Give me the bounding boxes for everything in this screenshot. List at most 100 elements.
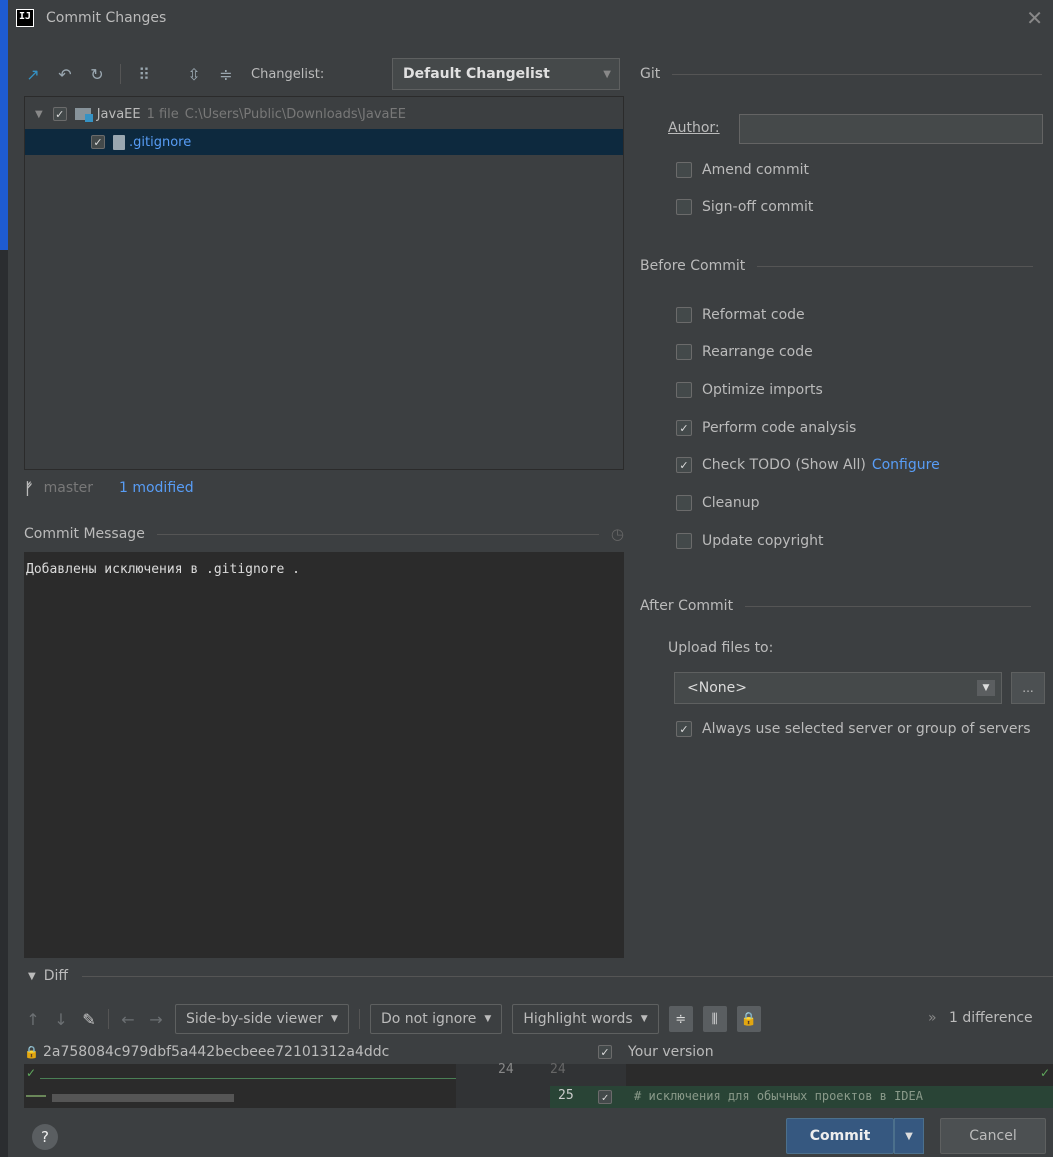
difference-count-text: 1 difference — [949, 1010, 1033, 1026]
refresh-icon[interactable]: ↻ — [88, 65, 106, 84]
upload-files-label: Upload files to: — [668, 640, 774, 656]
amend-checkbox[interactable] — [676, 162, 692, 178]
commit-message-label: Commit Message — [24, 526, 145, 542]
update-copyright-option[interactable]: Update copyright — [676, 528, 823, 554]
divider — [757, 265, 1034, 267]
optimize-checkbox[interactable] — [676, 382, 692, 398]
help-button[interactable]: ? — [32, 1124, 58, 1150]
toolbar-separator — [120, 64, 121, 84]
reformat-checkbox[interactable] — [676, 307, 692, 323]
collapse-all-icon[interactable]: ≑ — [217, 65, 235, 84]
copyright-checkbox[interactable] — [676, 533, 692, 549]
browse-servers-button[interactable]: ... — [1011, 672, 1045, 704]
upload-server-select[interactable]: <None> ▼ — [674, 672, 1002, 704]
chevron-down-icon: ▼ — [484, 1014, 492, 1024]
your-version-checkbox[interactable]: ✓ — [598, 1045, 612, 1059]
gitignore-file-icon — [113, 134, 125, 150]
edit-source-icon[interactable]: ✎ — [80, 1010, 98, 1029]
signoff-checkbox[interactable] — [676, 199, 692, 215]
todo-checkbox[interactable]: ✓ — [676, 457, 692, 473]
left-line-number: 24 — [498, 1062, 514, 1077]
sync-scroll-icon[interactable]: ⫼ — [702, 1006, 727, 1032]
whitespace-value: Do not ignore — [380, 1011, 477, 1027]
optimize-imports-option[interactable]: Optimize imports — [676, 377, 823, 403]
reformat-code-option[interactable]: Reformat code — [676, 302, 805, 328]
toolbar-separator — [358, 1009, 360, 1029]
changelist-value: Default Changelist — [403, 66, 550, 82]
chevron-down-icon: ▼ — [905, 1130, 913, 1142]
analysis-checkbox[interactable]: ✓ — [676, 420, 692, 436]
optimize-label: Optimize imports — [702, 382, 823, 398]
divider — [745, 605, 1032, 607]
show-diff-icon[interactable]: ↗ — [24, 65, 42, 84]
rearrange-code-option[interactable]: Rearrange code — [676, 339, 813, 365]
file-checkbox[interactable]: ✓ — [91, 135, 105, 149]
chevron-down-icon: ▼ — [977, 680, 995, 696]
whitespace-dropdown[interactable]: Do not ignore ▼ — [369, 1004, 503, 1034]
group-by-icon[interactable]: ⠿ — [135, 65, 153, 84]
added-line-text: # исключения для обычных проектов в IDEA — [634, 1089, 923, 1103]
check-todo-option[interactable]: ✓ Check TODO (Show All) Configure — [676, 452, 940, 478]
git-header-label: Git — [640, 66, 661, 82]
changelist-select[interactable]: Default Changelist ▼ — [392, 58, 620, 90]
root-checkbox[interactable]: ✓ — [52, 107, 67, 121]
viewer-mode-dropdown[interactable]: Side-by-side viewer ▼ — [175, 1004, 349, 1034]
expand-all-icon[interactable]: ⇳ — [185, 65, 203, 84]
diff-section-header[interactable]: ▼ Diff — [24, 964, 1053, 988]
next-difference-icon[interactable]: ↓ — [52, 1010, 70, 1029]
git-section-header: Git — [640, 66, 1043, 82]
history-clock-icon[interactable]: ◷ — [611, 525, 624, 543]
always-use-label: Always use selected server or group of s… — [702, 721, 1031, 737]
cleanup-option[interactable]: Cleanup — [676, 490, 760, 516]
next-file-icon[interactable]: → — [147, 1010, 165, 1029]
modified-count-link[interactable]: 1 modified — [119, 480, 194, 496]
root-name: JavaEE — [96, 106, 141, 122]
changes-tree[interactable]: ▼ ✓ JavaEE 1 file C:\Users\Public\Downlo… — [24, 96, 624, 470]
always-use-checkbox[interactable]: ✓ — [676, 721, 692, 737]
amend-label: Amend commit — [702, 162, 809, 178]
rollback-icon[interactable]: ↶ — [56, 65, 74, 84]
module-folder-icon — [74, 108, 93, 122]
commit-message-textarea[interactable]: Добавлены исключения в .gitignore . — [24, 552, 624, 958]
commit-button[interactable]: Commit — [786, 1118, 894, 1154]
author-input[interactable] — [739, 114, 1043, 144]
diff-toolbar: ↑ ↓ ✎ ← → Side-by-side viewer ▼ Do not i… — [24, 1002, 761, 1036]
close-icon[interactable]: ✕ — [1026, 6, 1043, 30]
cancel-button[interactable]: Cancel — [940, 1118, 1046, 1154]
changes-toolbar: ↗ ↶ ↻ ⠿ ⇳ ≑ Changelist: — [24, 58, 324, 90]
include-line-checkbox[interactable]: ✓ — [598, 1090, 612, 1104]
tree-row-file[interactable]: ✓ .gitignore — [25, 129, 623, 155]
prev-difference-icon[interactable]: ↑ — [24, 1010, 42, 1029]
difference-count: » 1 difference — [928, 1010, 1033, 1026]
root-file-count: 1 file — [146, 106, 179, 122]
diff-gutter: 24 24 25 ✓ — [456, 1062, 626, 1108]
diff-right-pane[interactable]: # исключения для обычных проектов в IDEA… — [626, 1064, 1053, 1108]
rearrange-checkbox[interactable] — [676, 344, 692, 360]
rearrange-label: Rearrange code — [702, 344, 813, 360]
commit-options-arrow[interactable]: ▼ — [894, 1118, 924, 1154]
added-line-number: 25 — [558, 1088, 574, 1103]
intellij-logo-icon: IJ — [16, 9, 34, 27]
signoff-commit-option[interactable]: Sign-off commit — [676, 194, 813, 220]
prev-file-icon[interactable]: ← — [119, 1010, 137, 1029]
diff-left-pane[interactable]: ✓ — [24, 1064, 456, 1108]
reformat-label: Reformat code — [702, 307, 805, 323]
chevron-down-icon[interactable]: ▼ — [28, 971, 36, 982]
chevron-down-icon[interactable]: ▼ — [35, 109, 43, 120]
collapse-unchanged-icon[interactable]: ≑ — [668, 1006, 693, 1032]
tree-row-root[interactable]: ▼ ✓ JavaEE 1 file C:\Users\Public\Downlo… — [25, 101, 623, 127]
more-actions-icon[interactable]: » — [928, 1010, 937, 1026]
amend-commit-option[interactable]: Amend commit — [676, 157, 809, 183]
highlight-dropdown[interactable]: Highlight words ▼ — [512, 1004, 659, 1034]
cleanup-checkbox[interactable] — [676, 495, 692, 511]
cleanup-label: Cleanup — [702, 495, 760, 511]
highlight-value: Highlight words — [523, 1011, 633, 1027]
horizontal-scrollbar[interactable] — [52, 1094, 234, 1102]
lock-icon[interactable]: 🔒 — [736, 1006, 761, 1032]
todo-label: Check TODO (Show All) — [702, 457, 866, 473]
diff-viewer[interactable]: ✓ 24 24 25 ✓ # исключения для обычных пр… — [24, 1062, 1053, 1108]
right-line-number: 24 — [550, 1062, 566, 1077]
code-analysis-option[interactable]: ✓ Perform code analysis — [676, 415, 856, 441]
configure-link[interactable]: Configure — [872, 457, 940, 473]
always-use-server-option[interactable]: ✓ Always use selected server or group of… — [676, 716, 1031, 742]
